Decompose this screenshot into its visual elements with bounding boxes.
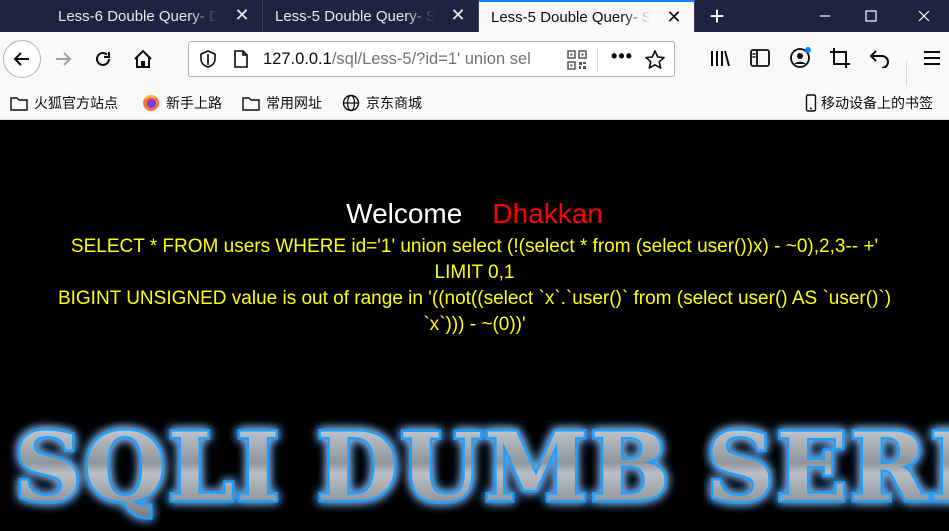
url-bar-divider <box>597 49 598 71</box>
hamburger-menu-icon[interactable] <box>920 46 944 70</box>
undo-close-tab-icon[interactable] <box>868 46 892 70</box>
bookmark-common-sites[interactable]: 常用网址 <box>242 92 322 114</box>
tab-close-icon[interactable]: ✕ <box>450 6 466 24</box>
sqli-dumb-series-banner: SQLI DUMB SERIES <box>0 404 949 531</box>
back-arrow-icon <box>13 52 29 66</box>
bookmark-label: 常用网址 <box>266 95 322 111</box>
query-line-2: LIMIT 0,1 <box>434 262 515 283</box>
globe-icon <box>342 94 360 112</box>
firefox-icon <box>143 95 159 111</box>
account-icon[interactable] <box>788 46 812 70</box>
welcome-text: Welcome <box>346 198 463 229</box>
maximize-icon[interactable] <box>846 0 896 32</box>
shield-icon[interactable] <box>199 50 217 68</box>
url-path: /sql/Less-5/?id=1' union sel <box>331 50 531 68</box>
home-button[interactable] <box>128 44 158 74</box>
tab-title: Less-5 Double Query- S <box>491 8 651 26</box>
minimize-icon[interactable] <box>800 0 850 32</box>
home-icon <box>134 49 152 68</box>
error-line-1: BIGINT UNSIGNED value is out of range in… <box>57 288 892 309</box>
username-text: Dhakkan <box>492 198 603 229</box>
bookmarks-toolbar: 火狐官方站点 新手上路 常用网址 京东商城 移动设备上的书签 <box>0 86 949 120</box>
qr-code-icon[interactable] <box>567 50 587 70</box>
mobile-bookmarks[interactable]: 移动设备上的书签 <box>805 92 933 114</box>
page-info-icon[interactable] <box>233 50 249 68</box>
reload-button[interactable] <box>88 44 118 74</box>
reload-icon <box>96 51 110 66</box>
close-window-icon[interactable] <box>899 0 949 32</box>
bookmark-label: 京东商城 <box>366 95 422 111</box>
library-icon[interactable] <box>708 46 732 70</box>
bookmark-getting-started[interactable]: 新手上路 <box>142 92 222 114</box>
url-bar[interactable]: 127.0.0.1/sql/Less-5/?id=1' union sel ••… <box>188 41 675 77</box>
tab-close-icon[interactable]: ✕ <box>234 6 250 24</box>
back-button[interactable] <box>3 40 41 78</box>
error-line-2: `x`))) - ~(0))' <box>423 314 526 335</box>
tab-close-icon[interactable]: ✕ <box>666 8 682 26</box>
banner-text: SQLI DUMB SERIES <box>14 413 949 523</box>
bookmark-label: 火狐官方站点 <box>34 95 118 111</box>
bookmark-huohu-official[interactable]: 火狐官方站点 <box>10 92 118 114</box>
tab-title: Less-6 Double Query- D <box>58 7 218 25</box>
navigation-toolbar: 127.0.0.1/sql/Less-5/?id=1' union sel ••… <box>0 32 949 87</box>
toolbar-divider <box>906 61 907 87</box>
page-content: Welcome Dhakkan SELECT * FROM users WHERE… <box>0 120 949 531</box>
mobile-device-icon <box>805 94 817 112</box>
folder-icon <box>10 97 28 111</box>
new-tab-icon[interactable]: + <box>695 0 739 32</box>
folder-icon <box>242 97 260 111</box>
tab-less-5-a[interactable]: Less-5 Double Query- S ✕ <box>263 0 479 32</box>
url-host: 127.0.0.1 <box>263 50 332 68</box>
tab-less-5-active[interactable]: Less-5 Double Query- S ✕ <box>479 0 695 32</box>
tab-less-6[interactable]: Less-6 Double Query- D ✕ <box>46 0 263 32</box>
bookmark-star-icon[interactable] <box>644 49 666 71</box>
tab-title: Less-5 Double Query- S <box>275 7 435 25</box>
page-actions-more-icon[interactable]: ••• <box>609 46 635 72</box>
welcome-line: Welcome Dhakkan <box>0 198 949 230</box>
forward-arrow-icon <box>56 52 72 66</box>
bookmark-label: 移动设备上的书签 <box>821 95 933 111</box>
bookmark-jd-mall[interactable]: 京东商城 <box>342 92 422 114</box>
bookmark-label: 新手上路 <box>166 95 222 111</box>
sql-output: SELECT * FROM users WHERE id='1' union s… <box>0 234 949 338</box>
screenshot-crop-icon[interactable] <box>828 46 852 70</box>
forward-button[interactable] <box>48 44 78 74</box>
url-text[interactable]: 127.0.0.1/sql/Less-5/?id=1' union sel <box>263 50 563 69</box>
query-line-1: SELECT * FROM users WHERE id='1' union s… <box>70 236 879 257</box>
sidebar-icon[interactable] <box>748 46 772 70</box>
